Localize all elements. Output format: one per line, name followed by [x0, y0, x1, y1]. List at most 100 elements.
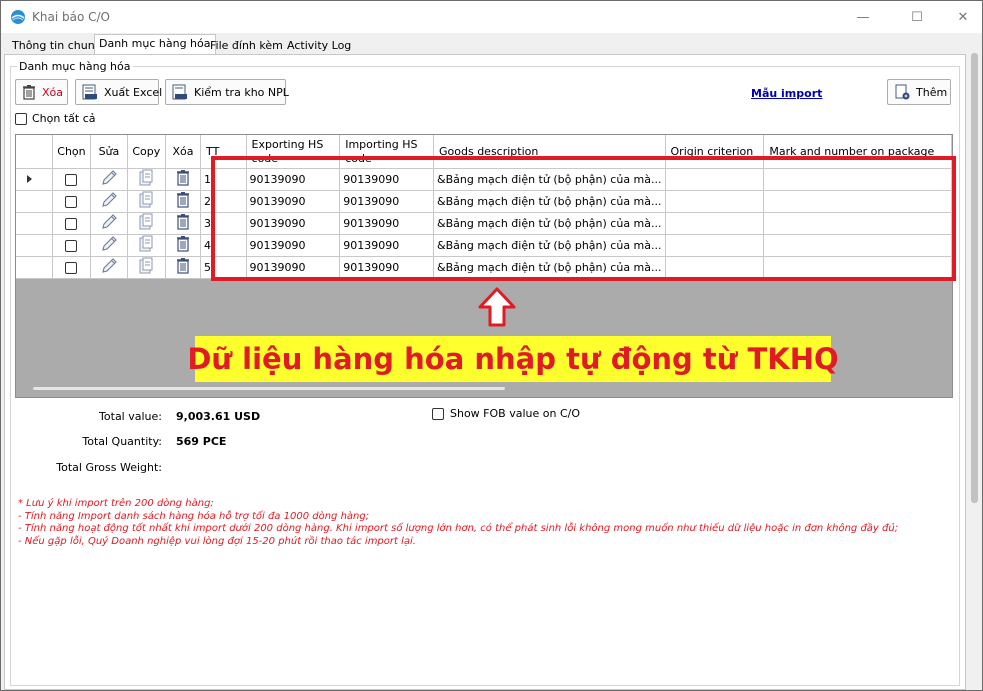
select-all-box[interactable]	[15, 112, 27, 125]
row-select-checkbox[interactable]	[65, 217, 78, 230]
total-quantity: 569 PCE	[176, 435, 227, 448]
add-button[interactable]: Thêm	[887, 79, 951, 105]
row-edit-cell[interactable]	[90, 212, 128, 235]
pencil-icon[interactable]	[100, 191, 118, 212]
excel-icon	[82, 84, 98, 100]
trash-icon[interactable]	[176, 192, 190, 211]
pencil-icon[interactable]	[100, 235, 118, 256]
column-header-edit[interactable]: Sửa	[90, 135, 128, 169]
note-line: * Lưu ý khi import trên 200 dòng hàng:	[18, 498, 214, 509]
delete-button[interactable]: Xóa	[15, 79, 68, 105]
pencil-icon[interactable]	[100, 169, 118, 190]
arrow-up-icon	[478, 287, 516, 327]
row-delete-cell[interactable]	[165, 256, 202, 279]
document-check-icon	[172, 84, 188, 100]
check-npl-label: Kiểm tra kho NPL	[194, 85, 289, 99]
row-edit-cell[interactable]	[90, 168, 128, 191]
row-select-checkbox[interactable]	[65, 195, 78, 208]
copy-icon[interactable]	[138, 191, 154, 212]
tab-attachments[interactable]: File đính kèm	[205, 36, 288, 55]
total-gross-weight-label: Total Gross Weight:	[56, 461, 162, 474]
trash-icon[interactable]	[176, 170, 190, 189]
show-fob-box[interactable]	[432, 407, 444, 420]
show-fob-checkbox[interactable]: Show FOB value on C/O	[432, 407, 580, 420]
row-copy-cell[interactable]	[127, 190, 166, 213]
annotation-callout: Dữ liệu hàng hóa nhập tự động từ TKHQ	[187, 336, 839, 382]
tab-activity-log[interactable]: Activity Log	[282, 36, 356, 55]
show-fob-label: Show FOB value on C/O	[450, 407, 580, 420]
row-delete-cell[interactable]	[165, 168, 202, 191]
pencil-icon[interactable]	[100, 213, 118, 234]
trash-icon[interactable]	[176, 214, 190, 233]
maximize-button[interactable]: ☐	[905, 7, 929, 27]
row-edit-cell[interactable]	[90, 190, 128, 213]
total-value-label: Total value:	[99, 410, 162, 423]
total-value: 9,003.61 USD	[176, 410, 261, 423]
current-row-indicator-icon	[27, 174, 32, 183]
group-box-label: Danh mục hàng hóa	[17, 60, 133, 73]
trash-icon	[22, 84, 36, 100]
row-copy-cell[interactable]	[127, 234, 166, 257]
column-header-copy[interactable]: Copy	[127, 135, 166, 169]
row-select-checkbox[interactable]	[65, 261, 78, 274]
select-all-label: Chọn tất cả	[32, 112, 96, 125]
row-header[interactable]	[16, 168, 53, 191]
column-header-delete[interactable]: Xóa	[165, 135, 202, 169]
row-copy-cell[interactable]	[127, 168, 166, 191]
row-header-corner	[16, 135, 53, 169]
total-quantity-label: Total Quantity:	[82, 435, 162, 448]
document-add-icon	[894, 84, 910, 100]
row-select-cell[interactable]	[52, 256, 92, 279]
horizontal-scrollbar[interactable]	[16, 381, 952, 397]
copy-icon[interactable]	[138, 213, 154, 234]
copy-icon[interactable]	[138, 257, 154, 278]
export-excel-label: Xuất Excel	[104, 85, 163, 99]
title-bar: Khai báo C/O — ☐ ✕	[1, 1, 982, 33]
import-template-link[interactable]: Mẫu import	[751, 87, 822, 100]
import-notes: * Lưu ý khi import trên 200 dòng hàng: -…	[18, 498, 898, 548]
trash-icon[interactable]	[176, 236, 190, 255]
export-excel-button[interactable]: Xuất Excel	[75, 79, 163, 105]
close-button[interactable]: ✕	[951, 7, 975, 27]
row-select-checkbox[interactable]	[65, 239, 78, 252]
copy-icon[interactable]	[138, 235, 154, 256]
note-line: - Tính năng Import danh sách hàng hóa hỗ…	[18, 510, 370, 522]
row-delete-cell[interactable]	[165, 212, 202, 235]
tab-goods-list[interactable]: Danh mục hàng hóa	[94, 34, 216, 55]
row-select-cell[interactable]	[52, 212, 92, 235]
tab-general-info[interactable]: Thông tin chung	[7, 36, 107, 55]
tab-strip: Thông tin chung Danh mục hàng hóa File đ…	[5, 34, 965, 55]
row-header[interactable]	[16, 234, 53, 257]
row-copy-cell[interactable]	[127, 256, 166, 279]
co-declaration-window: Khai báo C/O — ☐ ✕ Thông tin chung Danh …	[0, 0, 983, 691]
horizontal-scrollbar-thumb[interactable]	[33, 387, 505, 390]
row-edit-cell[interactable]	[90, 234, 128, 257]
row-select-checkbox[interactable]	[65, 173, 78, 186]
window-title: Khai báo C/O	[32, 10, 110, 24]
check-npl-button[interactable]: Kiểm tra kho NPL	[165, 79, 289, 105]
trash-icon[interactable]	[176, 258, 190, 277]
row-select-cell[interactable]	[52, 190, 92, 213]
row-delete-cell[interactable]	[165, 190, 202, 213]
select-all-checkbox[interactable]: Chọn tất cả	[15, 112, 96, 125]
add-button-label: Thêm	[916, 85, 948, 99]
pencil-icon[interactable]	[100, 257, 118, 278]
delete-button-label: Xóa	[42, 85, 64, 99]
row-select-cell[interactable]	[52, 168, 92, 191]
row-edit-cell[interactable]	[90, 256, 128, 279]
row-delete-cell[interactable]	[165, 234, 202, 257]
row-select-cell[interactable]	[52, 234, 92, 257]
note-line: - Tính năng hoạt động tốt nhất khi impor…	[18, 523, 899, 534]
vertical-scrollbar[interactable]	[967, 51, 982, 690]
row-header[interactable]	[16, 256, 53, 279]
note-line: - Nếu gặp lỗi, Quý Doanh nghiệp vui lòng…	[18, 535, 416, 547]
minimize-button[interactable]: —	[851, 7, 875, 27]
globe-icon	[11, 10, 25, 24]
row-copy-cell[interactable]	[127, 212, 166, 235]
row-header[interactable]	[16, 212, 53, 235]
row-header[interactable]	[16, 190, 53, 213]
highlight-box	[211, 156, 956, 281]
vertical-scrollbar-thumb[interactable]	[971, 53, 978, 503]
copy-icon[interactable]	[138, 169, 154, 190]
column-header-select[interactable]: Chọn	[52, 135, 92, 169]
